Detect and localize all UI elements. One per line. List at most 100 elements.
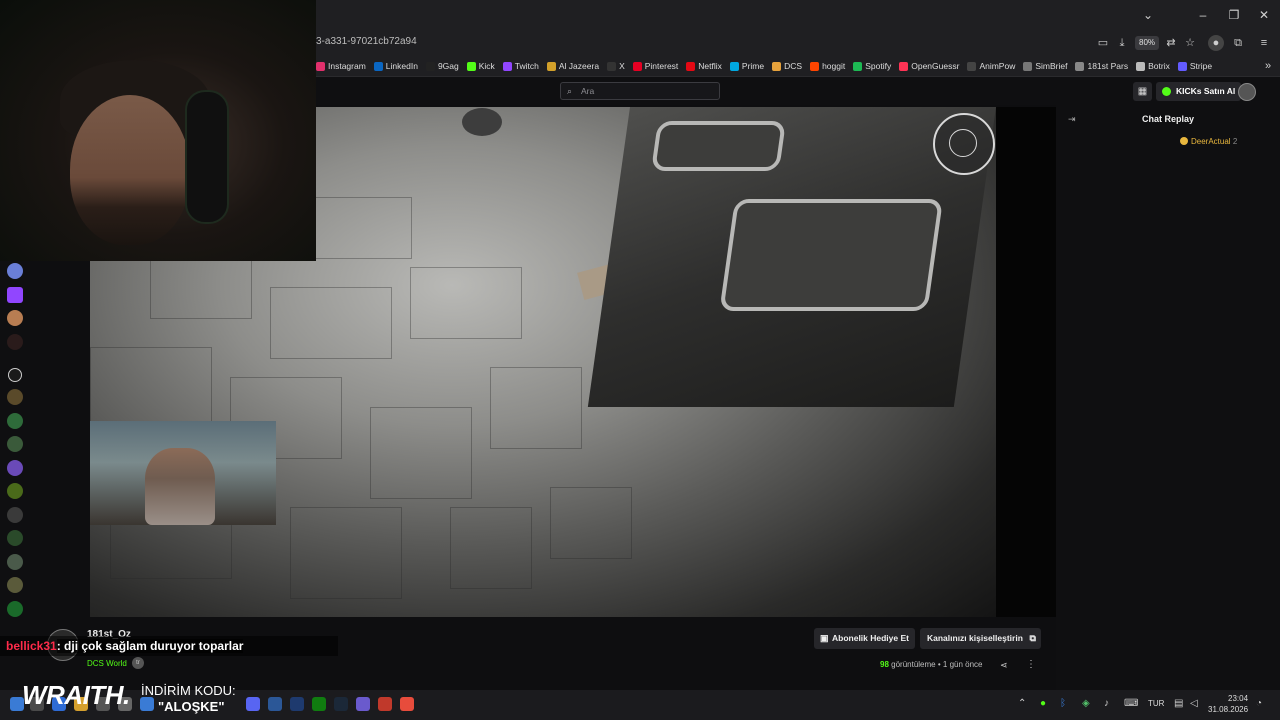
taskbar-app-icon[interactable] — [268, 697, 282, 711]
bookmark-favicon-icon — [425, 61, 435, 71]
share-icon[interactable]: ⋖ — [1000, 660, 1008, 671]
taskbar-app-icon[interactable] — [290, 697, 304, 711]
bookmark-181st-pars[interactable]: 181st Pars — [1075, 58, 1128, 74]
bookmark-twitch[interactable]: Twitch — [502, 58, 539, 74]
menu-icon[interactable]: ≡ — [1256, 35, 1272, 51]
chat-user-entry[interactable]: DeerActual 2 — [1180, 137, 1237, 146]
volume-icon[interactable]: ◁ — [1190, 698, 1198, 709]
buy-kicks-button[interactable]: KICKs Satın Al — [1156, 82, 1242, 101]
sidebar-channel-avatar[interactable] — [7, 601, 23, 617]
sidebar-channel-avatar[interactable] — [7, 554, 23, 570]
search-icon: ⌕ — [567, 86, 573, 96]
close-button[interactable]: ✕ — [1254, 6, 1274, 24]
bookmark-favicon-icon — [967, 61, 977, 71]
taskbar-app-icon[interactable] — [246, 697, 260, 711]
bookmark-al-jazeera[interactable]: Al Jazeera — [546, 58, 599, 74]
sidebar-channel-avatar[interactable] — [7, 287, 23, 303]
bookmark-botrix[interactable]: Botrix — [1136, 58, 1170, 74]
sidebar-channel-avatar[interactable] — [7, 263, 23, 279]
customize-channel-label: Kanalınızı kişiselleştirin — [927, 633, 1023, 643]
zoom-indicator[interactable]: 80% — [1135, 36, 1160, 50]
sidebar-channel-avatar[interactable] — [7, 483, 23, 499]
streamer-webcam-detail — [185, 90, 229, 224]
layout-toggle-button[interactable]: ▦ — [1133, 82, 1152, 101]
sidebar-channel-avatar[interactable] — [7, 413, 23, 429]
tray-app-icon[interactable]: ● — [1040, 698, 1046, 709]
customize-channel-button[interactable]: Kanalınızı kişiselleştirin ⧉ — [920, 628, 1041, 649]
bookmark-pinterest[interactable]: Pinterest — [632, 58, 678, 74]
bookmark-star-icon[interactable]: ☆ — [1182, 35, 1198, 51]
video-stats: 98 görüntüleme • 1 gün önce — [880, 660, 983, 669]
bookmark-openguessr[interactable]: OpenGuessr — [899, 58, 959, 74]
search-input[interactable]: ⌕ Ara — [560, 82, 720, 100]
network-icon[interactable]: ▤ — [1174, 698, 1183, 709]
bookmark-linkedin[interactable]: LinkedIn — [373, 58, 418, 74]
bookmark-label: LinkedIn — [385, 61, 418, 71]
sidebar-channel-avatar[interactable] — [7, 460, 23, 476]
input-language[interactable]: TUR — [1148, 699, 1164, 708]
bookmark-x[interactable]: X — [607, 58, 625, 74]
overlay-category: DCS World — [87, 659, 127, 668]
taskbar-app-icon[interactable] — [378, 697, 392, 711]
profile-avatar[interactable] — [1238, 83, 1256, 101]
taskbar-app-icon[interactable] — [356, 697, 370, 711]
gift-subscription-button[interactable]: ▣ Abonelik Hediye Et — [814, 628, 915, 649]
bookmark-label: Twitch — [514, 61, 539, 71]
sidebar-channel-avatar[interactable] — [7, 334, 23, 350]
taskbar-clock[interactable]: 23:04 31.08.2026 — [1208, 693, 1248, 715]
taskbar-app-icon[interactable] — [140, 697, 154, 711]
sidebar-channel-avatar[interactable] — [7, 389, 23, 405]
extensions-puzzle-icon[interactable]: ⧉ — [1230, 35, 1246, 51]
chat-user-count: 2 — [1232, 137, 1238, 146]
bookmark-stripe[interactable]: Stripe — [1177, 58, 1212, 74]
promo-label: İNDİRİM KODU: — [141, 683, 236, 698]
translate-icon[interactable]: ⇄ — [1163, 35, 1179, 51]
more-bookmarks-icon[interactable]: » — [1260, 58, 1276, 74]
bookmark-netflix[interactable]: Netflix — [686, 58, 722, 74]
bookmark-instagram[interactable]: Instagram — [316, 58, 366, 74]
install-app-icon[interactable]: ⤓ — [1114, 35, 1130, 51]
bookmark-favicon-icon — [1136, 61, 1146, 71]
taskbar-app-icon[interactable] — [312, 697, 326, 711]
bookmark-simbrief[interactable]: SimBrief — [1023, 58, 1067, 74]
bookmark-spotify[interactable]: Spotify — [853, 58, 891, 74]
keyboard-icon[interactable]: ⌨ — [1124, 698, 1138, 709]
squadron-crest-logo — [933, 113, 995, 175]
bookmark-9gag[interactable]: 9Gag — [425, 58, 459, 74]
bookmark-prime[interactable]: Prime — [729, 58, 764, 74]
view-count: 98 — [880, 660, 889, 669]
bluetooth-icon[interactable]: ᛒ — [1060, 698, 1066, 709]
sidebar-channel-avatar[interactable] — [7, 507, 23, 523]
sidebar-recommended-icon[interactable] — [8, 368, 22, 382]
bookmark-hoggit[interactable]: hoggit — [810, 58, 845, 74]
tray-app-icon[interactable]: ◈ — [1082, 698, 1090, 709]
sidebar-channel-avatar[interactable] — [7, 530, 23, 546]
taskbar-app-icon[interactable] — [334, 697, 348, 711]
video-controls-bar[interactable] — [90, 598, 996, 614]
restore-button[interactable]: ❐ — [1224, 6, 1244, 24]
bookmark-dcs[interactable]: DCS — [772, 58, 802, 74]
clock-date: 31.08.2026 — [1208, 705, 1249, 714]
tab-list-chevron-icon[interactable]: ⌄ — [1138, 6, 1158, 24]
search-placeholder: Ara — [581, 86, 595, 96]
external-link-icon: ⧉ — [1029, 633, 1036, 643]
microphone-icon[interactable]: ♪ — [1104, 698, 1109, 709]
sidebar-channel-avatar[interactable] — [7, 310, 23, 326]
tray-overflow-icon[interactable]: ⌃ — [1018, 698, 1026, 709]
url-text[interactable]: 3-a331-97021cb72a94 — [316, 36, 417, 47]
extension-icon[interactable]: ● — [1208, 35, 1224, 51]
sidebar-channel-avatar[interactable] — [7, 577, 23, 593]
streamer-webcam-detail — [70, 95, 190, 245]
screen-cast-icon[interactable]: ▭ — [1095, 35, 1111, 51]
more-options-icon[interactable]: ⋮ — [1026, 659, 1036, 670]
sponsor-logo: WRAITH. — [22, 680, 130, 710]
sidebar-channel-avatar[interactable] — [7, 436, 23, 452]
video-letterbox — [996, 107, 1056, 617]
taskbar-app-icon[interactable] — [400, 697, 414, 711]
bookmark-label: Netflix — [698, 61, 722, 71]
bookmark-kick[interactable]: Kick — [466, 58, 495, 74]
bookmark-animpow[interactable]: AnimPow — [967, 58, 1015, 74]
chat-title: Chat Replay — [1141, 114, 1194, 124]
notification-bell-icon[interactable]: ◔ — [1256, 698, 1262, 709]
minimize-button[interactable]: – — [1193, 6, 1213, 24]
